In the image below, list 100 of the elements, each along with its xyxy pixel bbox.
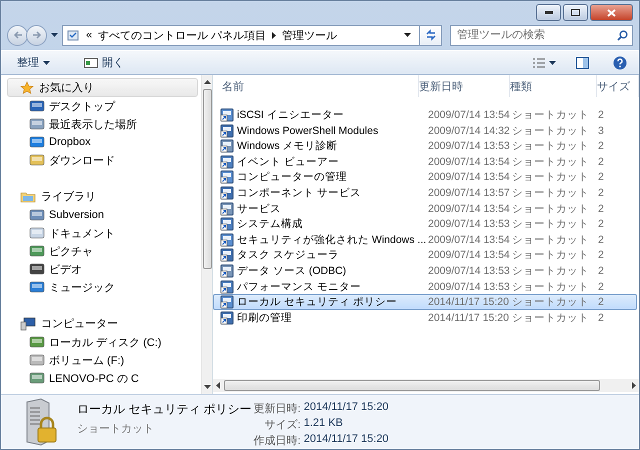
search-box[interactable]: 管理ツールの検索 [450,24,633,46]
file-name: Windows PowerShell Modules [237,124,378,137]
file-name: データ ソース (ODBC) [237,264,346,278]
file-name: ローカル セキュリティ ポリシー [77,401,252,418]
breadcrumb[interactable]: すべてのコントロール パネル項目 [98,28,266,42]
computer-icon [20,316,36,330]
item-icon [29,99,45,113]
file-row[interactable]: 印刷の管理 2014/11/17 15:20 ショートカット 2 [213,310,637,326]
refresh-button[interactable] [420,24,442,46]
date-cell-text: 2009/07/14 13:54 [428,154,511,169]
file-name: サービス [237,202,281,216]
shortcut-icon [220,154,234,169]
overflow-chevron[interactable]: « [86,29,92,41]
close-icon [607,8,616,16]
item-icon [29,371,45,385]
nav-item[interactable]: ピクチャ [7,242,198,260]
column-header[interactable]: 名前 [222,75,419,97]
file-type: ショートカット [77,422,155,436]
address-bar[interactable]: « すべてのコントロール パネル項目 管理ツール [62,24,420,46]
date-cell-text: 2009/07/14 14:32 [428,124,511,138]
size-cell-text: 2 [597,202,605,216]
detail-label: 更新日時: [254,402,301,416]
back-button[interactable] [7,24,28,46]
nav-item[interactable]: ミュージック [7,278,198,296]
nav-item[interactable]: ドキュメント [7,224,198,242]
file-row[interactable]: コンポーネント サービス 2009/07/14 13:57 ショートカット 2 [213,184,637,201]
organize-button[interactable]: 整理 [13,53,54,72]
file-row[interactable]: タスク スケジューラ 2009/07/14 13:54 ショートカット 2 [213,247,637,263]
size-cell-text: 2 [597,280,605,294]
date-cell-text: 2014/11/17 15:20 [428,310,510,325]
star-icon [20,80,34,94]
item-icon [29,244,45,258]
type-cell-text: ショートカット [512,310,590,325]
refresh-icon [424,29,436,41]
shortcut-icon [220,186,234,200]
file-row[interactable]: イベント ビューアー 2009/07/14 13:54 ショートカット 2 [213,154,637,170]
shortcut-icon [220,202,234,216]
horizontal-scrollbar[interactable] [213,379,639,392]
size-cell-text: 2 [597,310,605,325]
shortcut-icon [220,248,234,262]
close-button[interactable] [590,4,633,21]
forward-button[interactable] [26,24,47,46]
type-cell-text: ショートカット [512,295,590,310]
caret-icon [549,60,556,64]
maximize-icon [571,9,580,16]
item-icon [29,208,45,222]
item-icon [29,135,45,149]
dropdown-icon [404,33,411,37]
nav-header[interactable]: お気に入り [7,78,198,97]
vertical-scrollbar[interactable] [201,75,212,394]
type-cell-text: ショートカット [512,264,590,278]
nav-header[interactable]: ライブラリ [7,187,198,206]
nav-item[interactable]: ビデオ [7,260,198,278]
file-row[interactable]: iSCSI イニシエーター 2009/07/14 13:54 ショートカット 2 [213,107,637,123]
file-row[interactable]: ローカル セキュリティ ポリシー 2014/11/17 15:20 ショートカット 2 [213,294,637,310]
nav-item[interactable]: Dropbox [7,133,198,151]
item-icon [29,335,45,349]
detail-value: 2014/11/17 15:20 [304,433,389,447]
nav-item[interactable]: ダウンロード [7,151,198,169]
file-name: コンポーネント サービス [237,186,361,200]
nav-item[interactable]: Subversion [7,206,198,224]
file-row[interactable]: Windows メモリ診断 2009/07/14 13:53 ショートカット 2 [213,138,637,154]
item-icon [29,280,45,294]
detail-value: 1.21 KB [304,417,344,431]
date-cell-text: 2009/07/14 13:54 [428,248,511,262]
file-row[interactable]: Windows PowerShell Modules 2009/07/14 14:32 ショートカット 3 [213,122,637,138]
file-row[interactable]: システム構成 2009/07/14 13:53 ショートカット 2 [213,216,637,232]
shortcut-icon [220,280,234,294]
preview-pane-icon [576,56,589,68]
column-header[interactable]: 更新日時 [419,75,510,97]
shortcut-icon [220,170,234,184]
file-row[interactable]: データ ソース (ODBC) 2009/07/14 13:53 ショートカット 2 [213,262,637,279]
file-name: Windows メモリ診断 [237,139,338,154]
size-cell-text: 2 [597,154,605,169]
size-cell-text: 2 [597,170,605,184]
type-cell-text: ショートカット [512,232,590,247]
nav-item[interactable]: 最近表示した場所 [7,115,198,133]
nav-item[interactable]: デスクトップ [7,97,198,115]
maximize-button[interactable] [563,4,588,21]
file-row[interactable]: パフォーマンス モニター 2009/07/14 13:53 ショートカット 2 [213,278,637,294]
nav-item[interactable]: ボリューム (F:) [7,351,198,369]
open-button[interactable]: 開く [80,53,128,72]
shortcut-icon [220,232,234,247]
file-row[interactable]: コンピューターの管理 2009/07/14 13:54 ショートカット 2 [213,169,637,185]
detail-value: 2014/11/17 15:20 [304,401,389,415]
column-header[interactable]: サイズ [597,75,639,97]
nav-header[interactable]: コンピューター [7,314,198,333]
shortcut-icon [220,264,234,278]
size-cell-text: 3 [597,124,605,138]
nav-item[interactable]: LENOVO-PC の C [7,369,198,387]
type-cell-text: ショートカット [512,248,590,262]
column-header[interactable]: 種類 [510,75,597,97]
file-row[interactable]: セキュリティが強化された Windows ... 2009/07/14 13:54 ショートカット 2 [213,232,637,248]
nav-item[interactable]: ローカル ディスク (C:) [7,333,198,351]
file-name: イベント ビューアー [237,154,339,169]
file-row[interactable]: サービス 2009/07/14 13:54 ショートカット 2 [213,200,637,216]
minimize-icon [544,11,552,14]
minimize-button[interactable] [536,4,561,21]
breadcrumb[interactable]: 管理ツール [282,28,338,42]
size-cell-text: 2 [597,264,605,278]
